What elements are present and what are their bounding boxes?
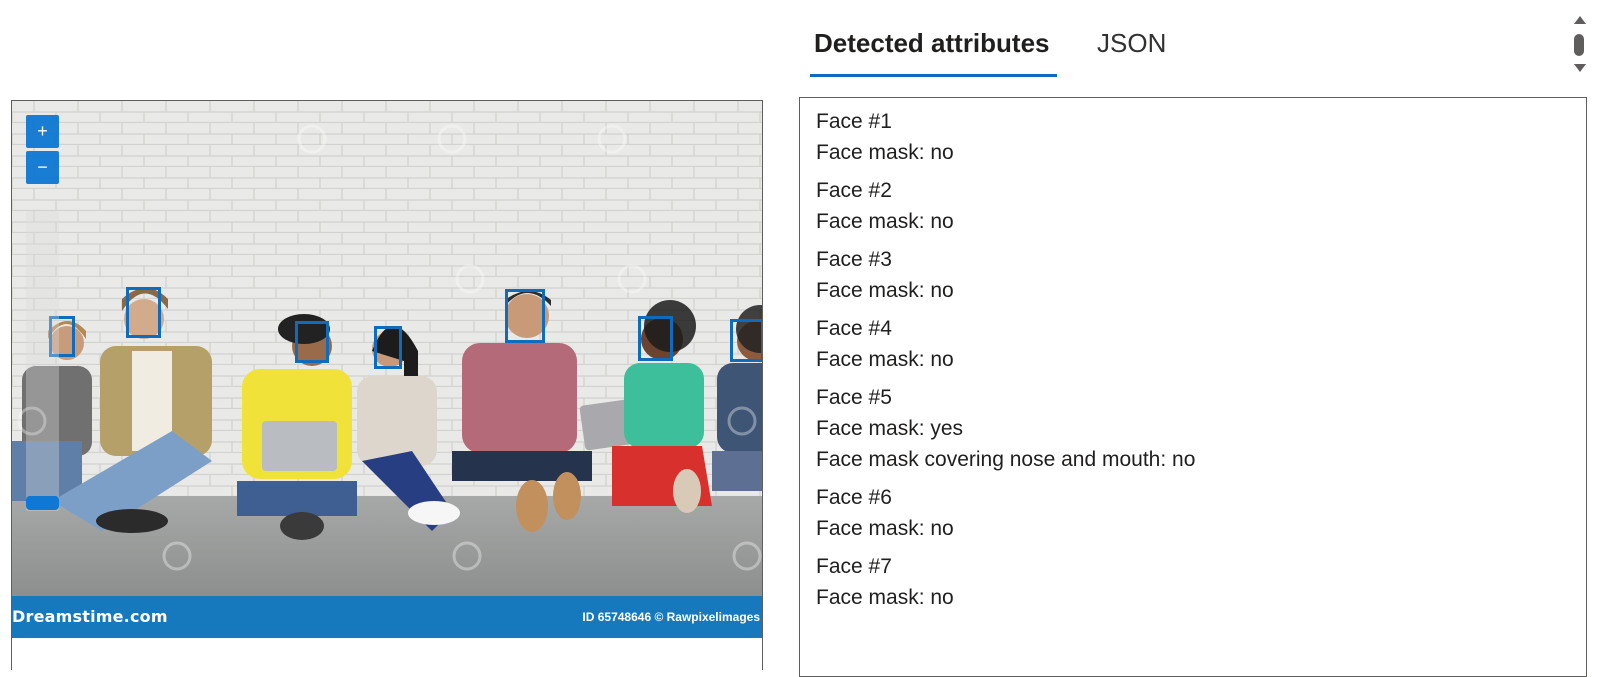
detected-attributes-panel: Face #1 Face mask: no Face #2 Face mask:… [799,97,1587,677]
watermark-bar: Dreamstime.com ID 65748646 © Rawpixelima… [12,596,762,638]
face-attribute: Face mask covering nose and mouth: no [816,448,1196,471]
face-attribute: Face mask: no [816,348,954,371]
active-tab-indicator [810,74,1057,77]
face-title: Face #4 [816,317,892,340]
face-title: Face #1 [816,110,892,133]
face-title: Face #6 [816,486,892,509]
face-entry: Face #2 Face mask: no [816,175,1570,237]
face-title: Face #7 [816,555,892,578]
face-box-6[interactable] [638,316,673,361]
face-entry: Face #6 Face mask: no [816,482,1570,544]
face-entry: Face #4 Face mask: no [816,313,1570,375]
face-attribute: Face mask: no [816,586,954,609]
watermark-left-text: Dreamstime.com [12,607,168,626]
face-entry: Face #5 Face mask: yes Face mask coverin… [816,382,1570,475]
face-attribute: Face mask: no [816,210,954,233]
face-entry: Face #7 Face mask: no [816,551,1570,613]
face-title: Face #3 [816,248,892,271]
face-box-2[interactable] [126,287,161,338]
zoom-slider-track[interactable] [26,211,59,511]
scrollbar-thumb[interactable] [1574,34,1584,56]
zoom-slider-thumb[interactable] [26,496,59,510]
zoom-out-button[interactable]: − [26,151,59,184]
face-entry: Face #1 Face mask: no [816,106,1570,168]
tab-json[interactable]: JSON [1097,28,1166,59]
face-title: Face #2 [816,179,892,202]
face-box-4[interactable] [374,326,402,369]
face-box-3[interactable] [295,321,329,363]
face-attribute: Face mask: yes [816,417,964,440]
watermark-right-text: ID 65748646 © Rawpixelimages [582,610,760,624]
zoom-in-button[interactable]: + [26,115,59,148]
face-attribute: Face mask: no [816,279,954,302]
face-attribute: Face mask: no [816,141,954,164]
face-entry: Face #3 Face mask: no [816,244,1570,306]
image-viewer[interactable]: + − Dreamstime.com ID 65748646 © Rawpixe… [11,100,763,670]
face-title: Face #5 [816,386,892,409]
face-box-5[interactable] [505,289,545,343]
page-scrollbar[interactable] [1570,16,1588,74]
scroll-up-arrow-icon[interactable] [1574,16,1586,24]
face-box-7[interactable] [730,319,762,362]
scroll-down-arrow-icon[interactable] [1574,64,1586,72]
face-attribute: Face mask: no [816,517,954,540]
tab-detected-attributes[interactable]: Detected attributes [814,28,1050,59]
